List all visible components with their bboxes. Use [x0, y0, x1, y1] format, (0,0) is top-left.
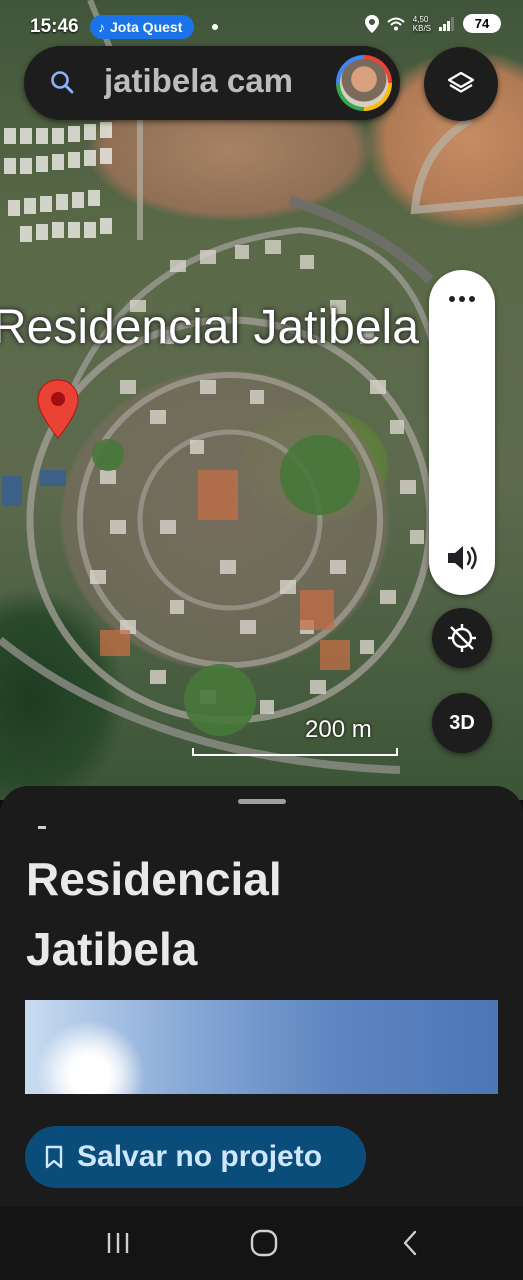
- place-bottom-sheet[interactable]: Residencial Jatibela Salvar no projeto: [0, 786, 523, 1206]
- signal-icon: [439, 16, 454, 31]
- net-speed-value: 4,50: [412, 14, 429, 24]
- volume-icon[interactable]: [444, 540, 480, 576]
- photo-sun-glare: [35, 1020, 145, 1094]
- map-tools-panel: [429, 270, 495, 595]
- net-speed-unit: KB/S: [412, 23, 431, 33]
- more-horizontal-icon[interactable]: [446, 292, 478, 306]
- home-button[interactable]: [244, 1226, 284, 1260]
- status-icons: 4,50 KB/S 74: [364, 14, 501, 33]
- search-input[interactable]: jatibela cam: [104, 62, 344, 102]
- place-title: Residencial Jatibela: [26, 853, 282, 975]
- search-bar[interactable]: jatibela cam: [24, 46, 400, 120]
- map-place-label[interactable]: Residencial Jatibela: [0, 300, 419, 355]
- compass-off-icon: [448, 624, 476, 652]
- back-icon: [403, 1230, 417, 1256]
- search-icon[interactable]: [48, 68, 78, 98]
- location-pin-icon[interactable]: [36, 378, 80, 440]
- music-note-icon: ♪: [98, 19, 105, 35]
- compass-button[interactable]: [432, 608, 492, 668]
- system-navigation-bar: [0, 1206, 523, 1280]
- place-photo[interactable]: [25, 1000, 498, 1094]
- clock: 15:46: [30, 16, 79, 37]
- home-icon: [250, 1229, 278, 1257]
- avatar-photo: [340, 59, 388, 107]
- divider-mark: [38, 826, 46, 829]
- scale-bar: [192, 748, 398, 756]
- media-label: Jota Quest: [110, 19, 183, 35]
- bookmark-icon: [45, 1145, 63, 1169]
- wifi-icon: [387, 17, 405, 30]
- save-to-project-button[interactable]: Salvar no projeto: [25, 1126, 366, 1188]
- back-button[interactable]: [390, 1226, 430, 1260]
- sheet-drag-handle[interactable]: [238, 799, 286, 804]
- 3d-view-button[interactable]: 3D: [432, 693, 492, 753]
- layers-button[interactable]: [424, 47, 498, 121]
- network-speed: 4,50 KB/S: [413, 15, 431, 33]
- layers-icon: [447, 71, 475, 93]
- scale-label: 200 m: [305, 716, 372, 743]
- recents-icon: [107, 1233, 129, 1253]
- notification-dot: [212, 24, 218, 30]
- media-playback-chip[interactable]: ♪ Jota Quest: [90, 15, 194, 39]
- save-button-label: Salvar no projeto: [77, 1140, 323, 1173]
- battery-indicator: 74: [463, 14, 501, 33]
- location-icon: [364, 14, 379, 33]
- avatar[interactable]: [336, 55, 392, 111]
- recents-button[interactable]: [98, 1226, 138, 1260]
